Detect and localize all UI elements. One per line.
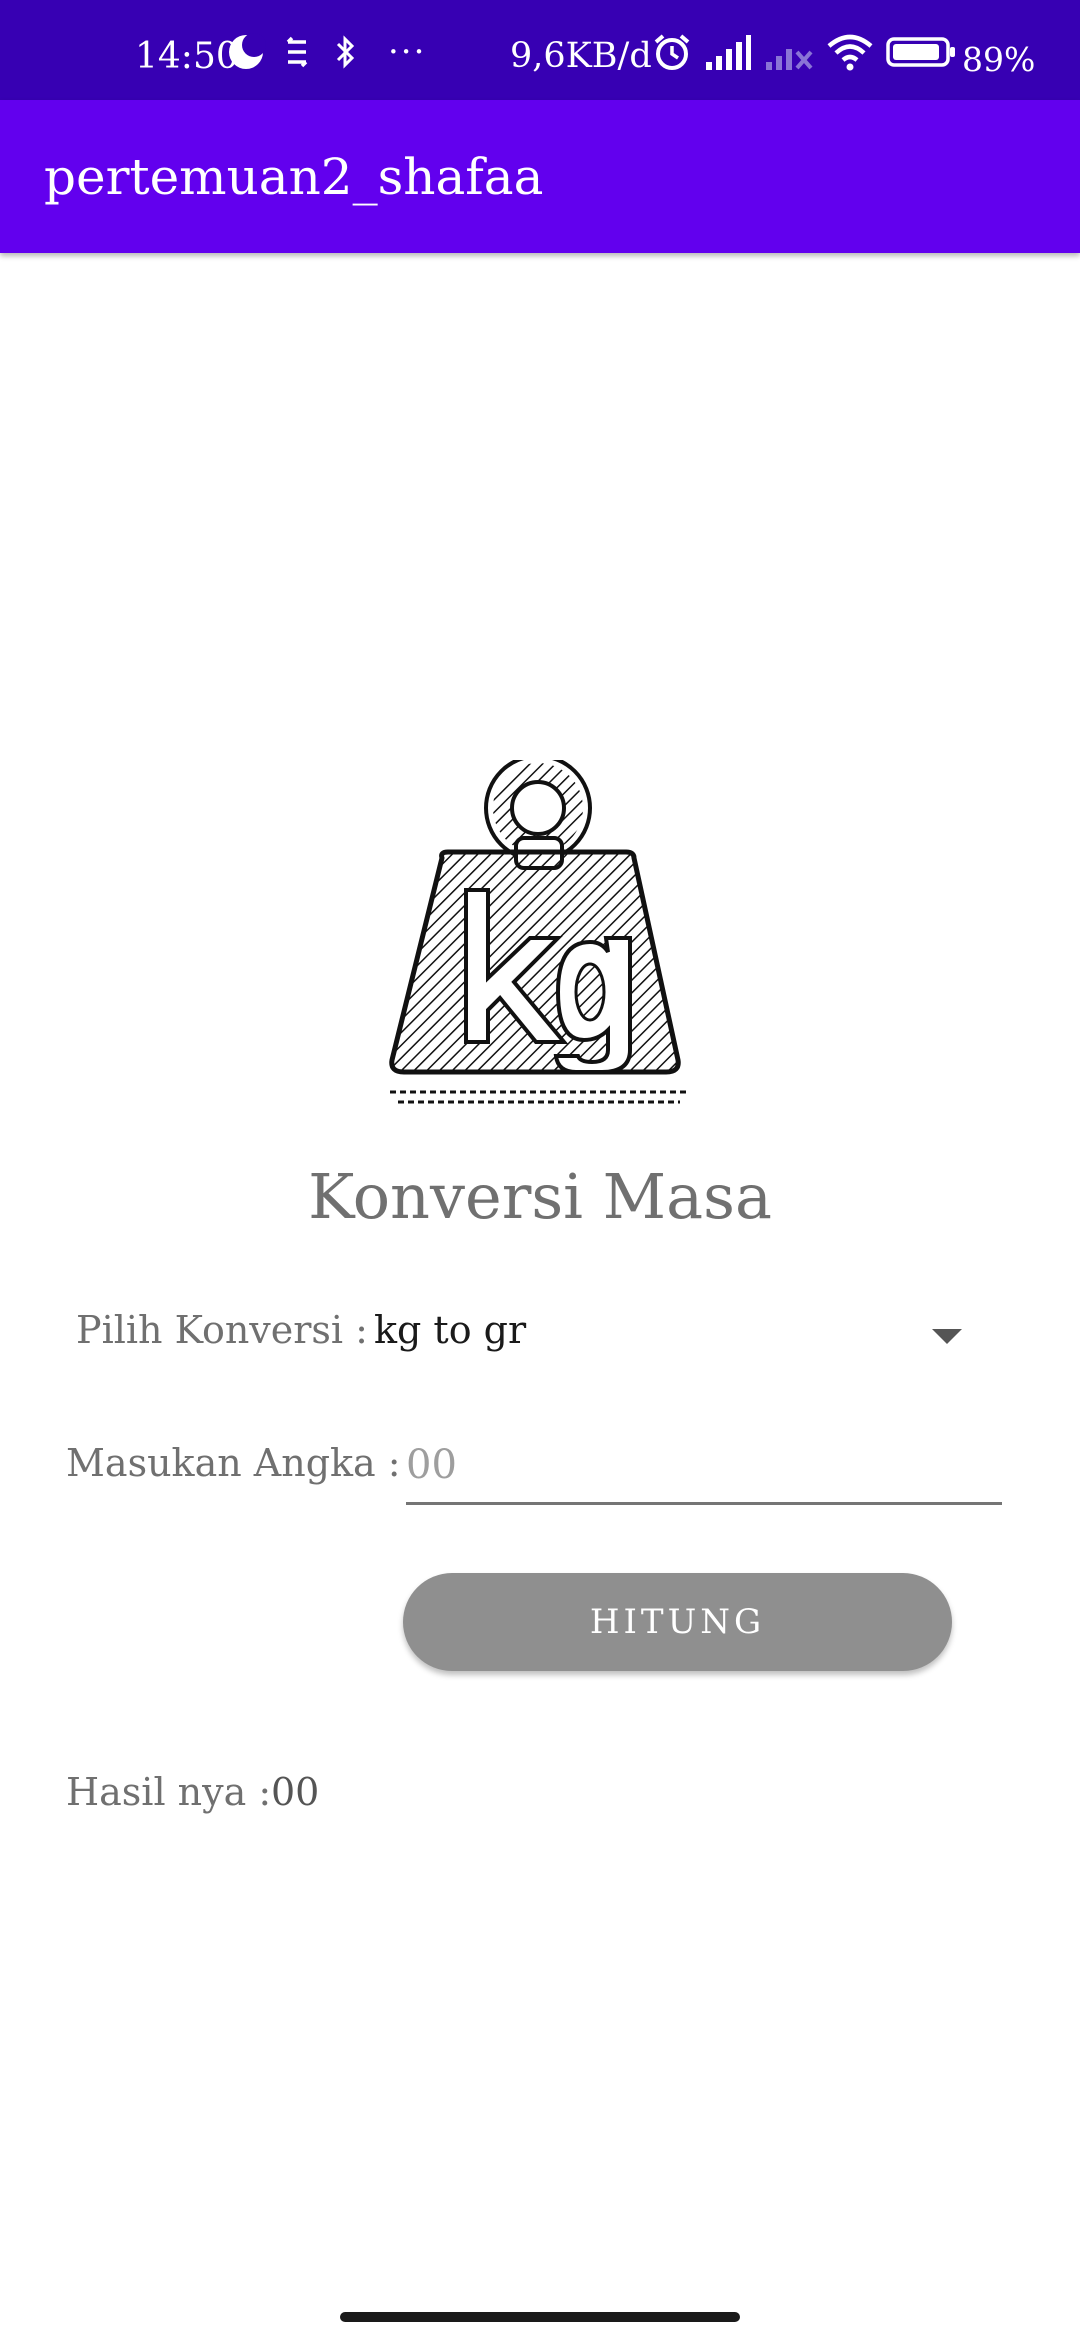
hitung-button[interactable]: HITUNG xyxy=(403,1573,952,1671)
number-input[interactable] xyxy=(406,1434,1002,1505)
page-title: Konversi Masa xyxy=(308,1160,772,1233)
app-title: pertemuan2_shafaa xyxy=(44,148,544,206)
bluetooth-icon xyxy=(334,30,358,74)
dropdown-arrow-icon xyxy=(932,1329,962,1344)
network-speed: 9,6KB/d xyxy=(510,36,652,76)
result-value: 00 xyxy=(271,1770,320,1814)
signal-icon xyxy=(704,30,752,74)
app-bar: pertemuan2_shafaa xyxy=(0,100,1080,253)
home-indicator[interactable] xyxy=(340,2312,740,2322)
kg-weight-icon xyxy=(380,754,710,1110)
input-label: Masukan Angka : xyxy=(66,1441,401,1485)
conversion-selected-value: kg to gr xyxy=(374,1308,527,1352)
status-time: 14:50 xyxy=(135,36,239,77)
alarm-icon xyxy=(652,30,692,74)
battery-icon xyxy=(886,30,958,74)
wifi-icon xyxy=(826,30,874,74)
battery-percent: 89% xyxy=(962,40,1036,79)
more-notifications-icon: ··· xyxy=(388,32,427,72)
sync-icon xyxy=(282,30,312,74)
conversion-spinner[interactable]: kg to gr xyxy=(360,1290,980,1376)
conversion-label: Pilih Konversi : xyxy=(76,1308,368,1352)
signal-empty-icon xyxy=(764,30,814,74)
moon-icon xyxy=(226,30,266,74)
result-label: Hasil nya : xyxy=(66,1770,272,1814)
status-bar: 14:50 ··· 9,6KB/d 89% xyxy=(0,0,1080,100)
